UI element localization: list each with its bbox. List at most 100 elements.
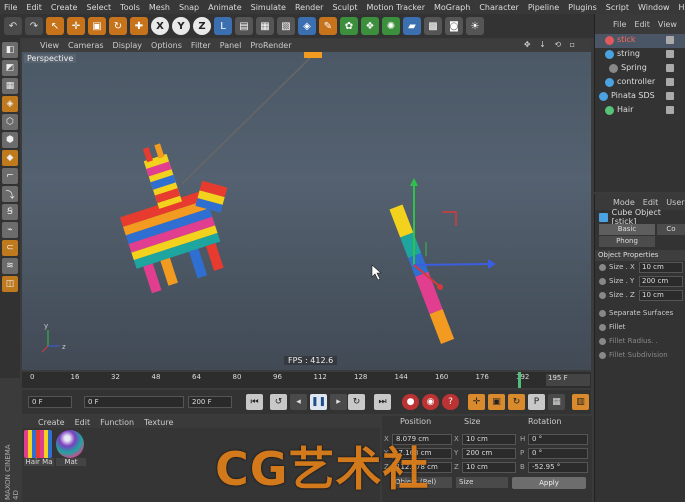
scene-floor-icon[interactable]: ▰	[403, 17, 421, 35]
viewport-menu-prorender[interactable]: ProRender	[250, 41, 291, 50]
rotation-field[interactable]: 0 °	[528, 448, 588, 459]
menu-mograph[interactable]: MoGraph	[434, 3, 470, 12]
timeline-window-icon[interactable]: ▥	[572, 394, 589, 410]
size-mode-select[interactable]: Size	[456, 477, 508, 488]
menu-tools[interactable]: Tools	[120, 3, 140, 12]
texture-mode-icon[interactable]: ▦	[2, 78, 18, 94]
pen-icon[interactable]: ✎	[319, 17, 337, 35]
menu-edit[interactable]: Edit	[26, 3, 42, 12]
tweak-mode-icon[interactable]: ⤵	[2, 186, 18, 202]
grid-icon[interactable]: ▩	[424, 17, 442, 35]
rotate-tool-button[interactable]: ↻	[109, 17, 127, 35]
separate-surfaces-row[interactable]: Separate Surfaces	[595, 307, 685, 321]
previous-frame-button[interactable]: ◂	[290, 394, 307, 410]
record-position-icon[interactable]: ✛	[468, 394, 485, 410]
visibility-check-icon[interactable]	[666, 64, 674, 72]
deformer-icon[interactable]: ✺	[382, 17, 400, 35]
object-item-spring[interactable]: Spring	[595, 62, 685, 76]
object-menu-edit[interactable]: Edit	[634, 20, 650, 29]
solo-icon[interactable]: ≋	[2, 258, 18, 274]
object-menu-view[interactable]: View	[658, 20, 677, 29]
make-editable-icon[interactable]: ◧	[2, 42, 18, 58]
viewport-menu-options[interactable]: Options	[151, 41, 182, 50]
render-settings-icon[interactable]: ▧	[277, 17, 295, 35]
magnet-icon[interactable]: ⊂	[2, 240, 18, 256]
undo-button[interactable]: ↶	[4, 17, 22, 35]
menu-character[interactable]: Character	[479, 3, 519, 12]
size-z-keyframe-icon[interactable]	[599, 292, 606, 299]
viewport-menu-panel[interactable]: Panel	[220, 41, 242, 50]
size-x-field[interactable]: 10 cm	[639, 262, 683, 273]
rotation-field[interactable]: 0 °	[528, 434, 588, 445]
x-axis-toggle[interactable]: X	[151, 17, 169, 35]
material-menu-texture[interactable]: Texture	[144, 418, 173, 427]
rotation-field[interactable]: -52.95 °	[528, 462, 588, 473]
visibility-check-icon[interactable]	[666, 106, 674, 114]
menu-create[interactable]: Create	[51, 3, 78, 12]
size-z-field[interactable]: 10 cm	[639, 290, 683, 301]
viewport-nav-controls[interactable]: ✥ ↓ ⟲ ▫	[524, 40, 578, 49]
z-axis-toggle[interactable]: Z	[193, 17, 211, 35]
record-parameter-icon[interactable]: P	[528, 394, 545, 410]
record-active-button[interactable]: ●	[402, 394, 419, 410]
go-to-start-button[interactable]: ⏮	[246, 394, 263, 410]
menu-pipeline[interactable]: Pipeline	[528, 3, 559, 12]
material-menu-create[interactable]: Create	[38, 418, 65, 427]
add-tool-button[interactable]: ✚	[130, 17, 148, 35]
menu-window[interactable]: Window	[638, 3, 670, 12]
redo-button[interactable]: ↷	[25, 17, 43, 35]
attribute-menu-mode[interactable]: Mode	[613, 198, 635, 207]
polygons-mode-icon[interactable]: ◆	[2, 150, 18, 166]
size-field[interactable]: 10 cm	[462, 434, 516, 445]
material-mat[interactable]: Mat	[56, 430, 86, 468]
fillet-row[interactable]: Fillet	[595, 321, 685, 335]
menu-select[interactable]: Select	[86, 3, 111, 12]
tab-phong[interactable]: Phong	[599, 236, 655, 247]
record-rotation-icon[interactable]: ↻	[508, 394, 525, 410]
size-y-keyframe-icon[interactable]	[599, 278, 606, 285]
menu-mesh[interactable]: Mesh	[149, 3, 170, 12]
menu-render[interactable]: Render	[295, 3, 323, 12]
record-scale-icon[interactable]: ▣	[488, 394, 505, 410]
timeline-playhead[interactable]	[518, 372, 521, 388]
light-icon[interactable]: ☀	[466, 17, 484, 35]
menu-animate[interactable]: Animate	[208, 3, 242, 12]
axis-mode-icon[interactable]: ⌐	[2, 168, 18, 184]
go-to-end-button[interactable]: ⏭	[374, 394, 391, 410]
size-x-keyframe-icon[interactable]	[599, 264, 606, 271]
visibility-check-icon[interactable]	[666, 50, 674, 58]
object-item-string[interactable]: string	[595, 48, 685, 62]
layer-icon[interactable]: ◫	[2, 276, 18, 292]
autokey-button[interactable]: ◉	[422, 394, 439, 410]
y-axis-toggle[interactable]: Y	[172, 17, 190, 35]
move-tool-button[interactable]: ✛	[67, 17, 85, 35]
size-y-field[interactable]: 200 cm	[639, 276, 683, 287]
previous-keyframe-button[interactable]: ↺	[270, 394, 287, 410]
next-frame-button[interactable]: ▸	[330, 394, 347, 410]
visibility-check-icon[interactable]	[666, 92, 674, 100]
perspective-viewport[interactable]: Perspective y z FPS: 412.6	[22, 52, 591, 370]
visibility-check-icon[interactable]	[666, 78, 674, 86]
point-level-animation-icon[interactable]: ▦	[548, 394, 565, 410]
edges-mode-icon[interactable]: ⬢	[2, 132, 18, 148]
material-hair[interactable]: Hair Ma	[24, 430, 54, 468]
menu-snap[interactable]: Snap	[179, 3, 199, 12]
material-menu-function[interactable]: Function	[100, 418, 134, 427]
viewport-menu-filter[interactable]: Filter	[191, 41, 211, 50]
tab-coord[interactable]: Co	[657, 224, 685, 235]
camera-icon[interactable]: ◙	[445, 17, 463, 35]
snap-icon[interactable]: Ꞩ	[2, 204, 18, 220]
menu-plugins[interactable]: Plugins	[568, 3, 597, 12]
end-frame-field[interactable]: 200 F	[188, 396, 232, 408]
menu-motion-tracker[interactable]: Motion Tracker	[366, 3, 425, 12]
cube-icon[interactable]: ◈	[298, 17, 316, 35]
object-item-stick[interactable]: stick	[595, 34, 685, 48]
points-mode-icon[interactable]: ⬡	[2, 114, 18, 130]
viewport-menu-display[interactable]: Display	[113, 41, 143, 50]
cloner-icon[interactable]: ❖	[361, 17, 379, 35]
object-item-controller[interactable]: controller	[595, 76, 685, 90]
next-keyframe-button[interactable]: ↻	[348, 394, 365, 410]
workplane-icon[interactable]: ◈	[2, 96, 18, 112]
subdivision-icon[interactable]: ✿	[340, 17, 358, 35]
model-mode-icon[interactable]: ◩	[2, 60, 18, 76]
